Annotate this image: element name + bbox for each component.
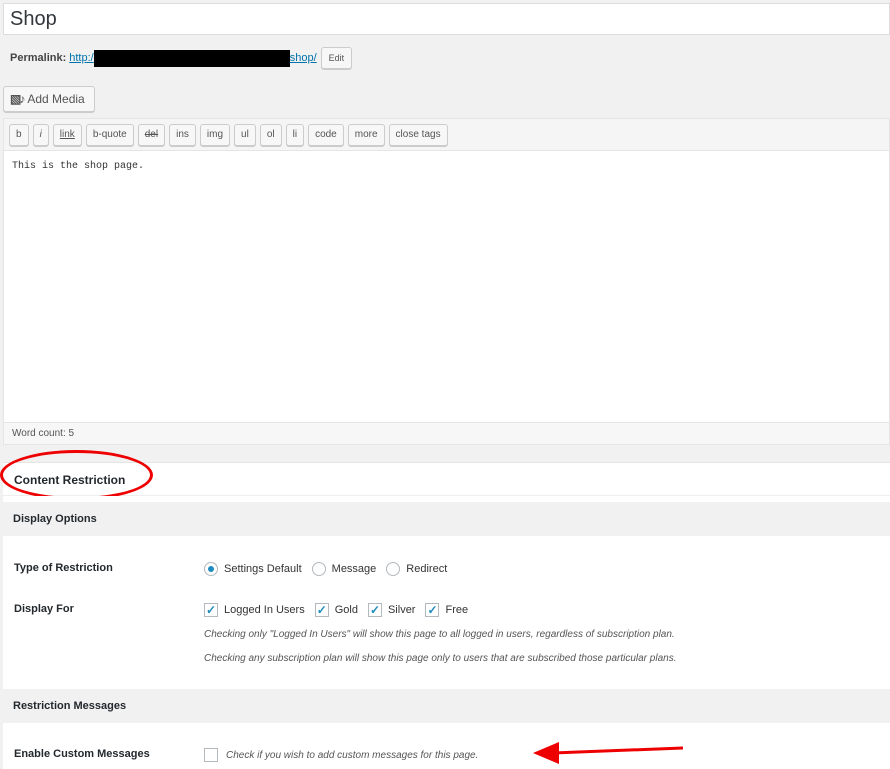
custom-messages-group: Check if you wish to add custom messages… (204, 748, 478, 762)
annotation-circle (0, 450, 153, 500)
qt-more-button[interactable]: more (347, 123, 385, 146)
qt-close-tags-button[interactable]: close tags (388, 123, 448, 146)
checkbox-gold[interactable]: ✓ (314, 603, 329, 617)
type-of-restriction-label: Type of Restriction (14, 562, 113, 574)
checkbox-silver-label: Silver (387, 604, 416, 616)
qt-link-button[interactable]: link (52, 123, 82, 146)
qt-ins-button[interactable]: ins (169, 123, 196, 146)
restriction-messages-heading: Restriction Messages (3, 689, 890, 723)
media-icon: ▧♪ (10, 92, 25, 106)
checkbox-logged-in-users[interactable]: ✓ (204, 603, 218, 617)
checkbox-custom-messages[interactable] (204, 748, 218, 762)
quicktags-toolbar: b i link b-quote del ins img ul ol li co… (4, 119, 889, 151)
display-for-group: ✓ Logged In Users ✓ Gold ✓ Silver ✓ Free (204, 603, 478, 617)
qt-del-button[interactable]: del (137, 123, 166, 146)
radio-redirect[interactable] (386, 562, 401, 576)
display-for-description-1: Checking only "Logged In Users" will sho… (204, 629, 675, 640)
editor: b i link b-quote del ins img ul ol li co… (3, 118, 890, 445)
qt-i-button[interactable]: i (32, 123, 49, 146)
title-input[interactable]: Shop (3, 3, 890, 35)
checkbox-silver[interactable]: ✓ (367, 603, 382, 617)
radio-message-label: Message (331, 563, 377, 575)
checkbox-gold-label: Gold (334, 604, 358, 616)
checkbox-free[interactable]: ✓ (425, 603, 440, 617)
qt-code-button[interactable]: code (308, 123, 344, 146)
qt-bquote-button[interactable]: b-quote (85, 123, 134, 146)
qt-li-button[interactable]: li (285, 123, 305, 146)
edit-permalink-button[interactable]: Edit (320, 47, 353, 69)
qt-ol-button[interactable]: ol (259, 123, 282, 146)
restriction-type-group: Settings Default Message Redirect (204, 562, 457, 576)
permalink-url-start[interactable]: http:/ (69, 52, 93, 64)
permalink: Permalink: http:/ shop/ Edit (10, 47, 353, 69)
radio-settings-default[interactable] (204, 562, 218, 576)
editor-textarea[interactable]: This is the shop page. (4, 151, 889, 423)
annotation-arrow (533, 742, 683, 764)
checkbox-logged-in-users-label: Logged In Users (224, 604, 305, 616)
add-media-button[interactable]: ▧♪ Add Media (3, 86, 95, 112)
checkbox-free-label: Free (445, 604, 469, 616)
redacted-block (93, 49, 290, 67)
display-options-heading: Display Options (3, 502, 890, 536)
permalink-label: Permalink: (10, 52, 67, 64)
qt-img-button[interactable]: img (199, 123, 231, 146)
qt-ul-button[interactable]: ul (234, 123, 256, 146)
word-count: Word count: 5 (4, 422, 889, 444)
radio-message[interactable] (311, 562, 326, 576)
display-for-label: Display For (14, 603, 74, 615)
qt-b-button[interactable]: b (9, 123, 29, 146)
custom-messages-description: Check if you wish to add custom messages… (226, 749, 479, 761)
enable-custom-messages-label: Enable Custom Messages (14, 748, 150, 760)
display-for-description-2: Checking any subscription plan will show… (204, 653, 677, 664)
radio-redirect-label: Redirect (406, 563, 448, 575)
add-media-label: Add Media (27, 92, 85, 106)
permalink-url-end[interactable]: shop/ (290, 52, 317, 64)
radio-settings-default-label: Settings Default (224, 563, 302, 575)
